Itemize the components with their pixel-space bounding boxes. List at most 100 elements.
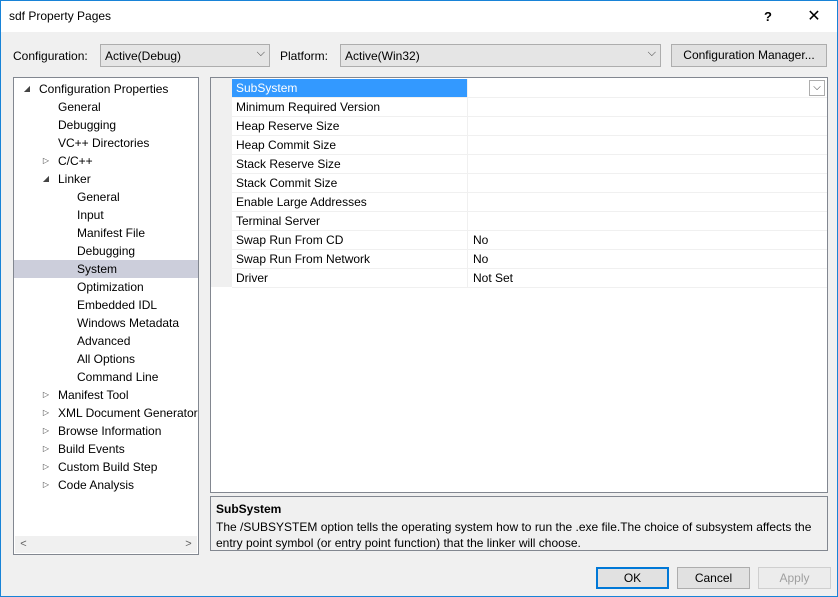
tree-item[interactable]: ◢ Configuration Properties — [14, 80, 198, 98]
help-icon[interactable]: ? — [745, 1, 791, 32]
tree-item-label: All Options — [77, 352, 136, 366]
tree-item[interactable]: Manifest File — [14, 224, 198, 242]
property-name: Terminal Server — [232, 212, 468, 230]
property-row[interactable]: Heap Reserve Size — [232, 117, 827, 136]
expand-arrow-icon[interactable]: ▷ — [41, 152, 51, 170]
property-pages-window: sdf Property Pages ? ✕ Configuration: Ac… — [0, 0, 838, 597]
tree-item[interactable]: Debugging — [14, 116, 198, 134]
tree-item[interactable]: General — [14, 188, 198, 206]
chevron-down-icon: ⌵ — [647, 47, 656, 59]
tree-item[interactable]: ▷ XML Document Generator — [14, 404, 198, 422]
configuration-dropdown[interactable]: Active(Debug) ⌵ — [100, 44, 270, 67]
expand-arrow-icon[interactable]: ▷ — [41, 476, 51, 494]
property-value[interactable] — [469, 155, 827, 173]
tree-item[interactable]: ▷ Code Analysis — [14, 476, 198, 494]
collapse-arrow-icon[interactable]: ◢ — [22, 80, 32, 98]
expand-arrow-icon[interactable]: ▷ — [41, 386, 51, 404]
tree-item[interactable]: Windows Metadata — [14, 314, 198, 332]
configuration-label: Configuration: — [13, 49, 88, 63]
title-bar: sdf Property Pages ? ✕ — [1, 1, 837, 32]
platform-dropdown[interactable]: Active(Win32) ⌵ — [340, 44, 661, 67]
description-panel: SubSystem The /SUBSYSTEM option tells th… — [210, 496, 828, 551]
tree-horizontal-scrollbar[interactable]: < > — [15, 536, 197, 553]
tree-item-label: Debugging — [77, 244, 136, 258]
tree-item-label: System — [77, 262, 118, 276]
property-row[interactable]: Heap Commit Size — [232, 136, 827, 155]
apply-button[interactable]: Apply — [758, 567, 831, 589]
tree-item[interactable]: ▷ Manifest Tool — [14, 386, 198, 404]
property-value[interactable]: No — [469, 231, 827, 249]
property-value[interactable] — [469, 117, 827, 135]
tree-item-label: Linker — [58, 172, 91, 186]
tree-item[interactable]: ▷ C/C++ — [14, 152, 198, 170]
tree-item-label: Build Events — [58, 442, 125, 456]
tree-item-label: C/C++ — [58, 154, 93, 168]
cancel-button[interactable]: Cancel — [677, 567, 750, 589]
tree-item[interactable]: VC++ Directories — [14, 134, 198, 152]
tree-item-label: General — [77, 190, 120, 204]
tree-item[interactable]: System — [14, 260, 198, 278]
tree-item-label: Browse Information — [58, 424, 162, 438]
property-value[interactable]: Not Set — [469, 269, 827, 287]
close-icon[interactable]: ✕ — [791, 1, 837, 32]
tree-item-label: Debugging — [58, 118, 117, 132]
tree-item-label: Custom Build Step — [58, 460, 158, 474]
property-row[interactable]: Swap Run From CD No — [232, 231, 827, 250]
tree-item-label: Code Analysis — [58, 478, 135, 492]
expand-arrow-icon[interactable]: ▷ — [41, 422, 51, 440]
tree-item[interactable]: Debugging — [14, 242, 198, 260]
property-value[interactable]: No — [469, 250, 827, 268]
tree-item[interactable]: ▷ Build Events — [14, 440, 198, 458]
tree-item-label: Embedded IDL — [77, 298, 158, 312]
property-value[interactable] — [469, 174, 827, 192]
scroll-left-icon[interactable]: < — [15, 536, 32, 553]
chevron-down-icon[interactable]: ⌵ — [809, 80, 825, 96]
category-tree[interactable]: ◢ Configuration Properties General Debuggin… — [13, 77, 199, 555]
tree-item[interactable]: Command Line — [14, 368, 198, 386]
property-value[interactable] — [469, 79, 827, 97]
property-row[interactable]: Minimum Required Version — [232, 98, 827, 117]
tree-item[interactable]: Embedded IDL — [14, 296, 198, 314]
property-name: Minimum Required Version — [232, 98, 468, 116]
ok-button[interactable]: OK — [596, 567, 669, 589]
tree-item[interactable]: General — [14, 98, 198, 116]
tree-item-label: General — [58, 100, 101, 114]
expand-arrow-icon[interactable]: ▷ — [41, 440, 51, 458]
property-name: Driver — [232, 269, 468, 287]
tree-item[interactable]: Optimization — [14, 278, 198, 296]
configuration-value: Active(Debug) — [105, 49, 182, 63]
scroll-right-icon[interactable]: > — [180, 536, 197, 553]
tree-item[interactable]: ◢ Linker — [14, 170, 198, 188]
property-value[interactable] — [469, 98, 827, 116]
tree-item[interactable]: Advanced — [14, 332, 198, 350]
property-name: Heap Commit Size — [232, 136, 468, 154]
expand-arrow-icon[interactable]: ▷ — [41, 404, 51, 422]
property-row[interactable]: Enable Large Addresses — [232, 193, 827, 212]
property-row[interactable]: Terminal Server — [232, 212, 827, 231]
tree-item[interactable]: ▷ Browse Information — [14, 422, 198, 440]
property-name: Swap Run From Network — [232, 250, 468, 268]
tree-item-label: Input — [77, 208, 104, 222]
tree-item[interactable]: All Options — [14, 350, 198, 368]
property-grid: SubSystem ⌵ Minimum Required Version Heap R… — [210, 77, 828, 493]
collapse-arrow-icon[interactable]: ◢ — [41, 170, 51, 188]
tree-item-label: Manifest File — [77, 226, 146, 240]
property-row[interactable]: SubSystem ⌵ — [232, 79, 827, 98]
platform-value: Active(Win32) — [345, 49, 420, 63]
property-value[interactable] — [469, 193, 827, 211]
tree-item-label: Advanced — [77, 334, 131, 348]
property-row[interactable]: Swap Run From Network No — [232, 250, 827, 269]
property-grid-gutter — [211, 78, 232, 287]
property-value[interactable] — [469, 136, 827, 154]
expand-arrow-icon[interactable]: ▷ — [41, 458, 51, 476]
tree-item[interactable]: Input — [14, 206, 198, 224]
property-row[interactable]: Driver Not Set — [232, 269, 827, 288]
property-value[interactable] — [469, 212, 827, 230]
property-row[interactable]: Stack Commit Size — [232, 174, 827, 193]
property-name: Stack Reserve Size — [232, 155, 468, 173]
tree-item-label: Configuration Properties — [39, 82, 169, 96]
property-row[interactable]: Stack Reserve Size — [232, 155, 827, 174]
configuration-manager-button[interactable]: Configuration Manager... — [671, 44, 827, 67]
property-name: Stack Commit Size — [232, 174, 468, 192]
tree-item[interactable]: ▷ Custom Build Step — [14, 458, 198, 476]
